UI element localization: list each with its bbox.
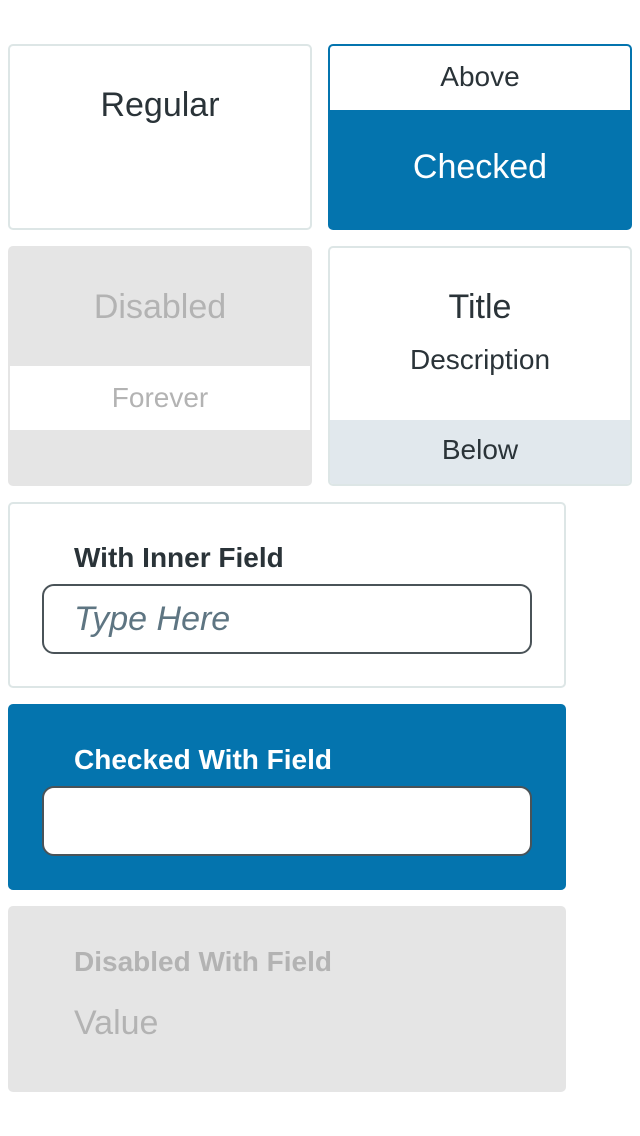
checked-card[interactable]: Above Checked xyxy=(328,44,632,230)
inner-field-heading: With Inner Field xyxy=(74,542,284,573)
checked-field-card[interactable]: Checked With Field xyxy=(8,704,566,890)
above-label: Above xyxy=(330,46,630,110)
checked-field-heading: Checked With Field xyxy=(74,744,333,775)
disabled-field-heading: Disabled With Field xyxy=(74,946,332,977)
disabled-field-card: Disabled With Field Value xyxy=(8,906,566,1092)
inner-field-input[interactable] xyxy=(42,584,532,654)
checked-label: Checked xyxy=(412,148,548,186)
checked-field-input[interactable] xyxy=(42,786,532,856)
regular-card[interactable]: Regular xyxy=(8,44,312,230)
regular-label: Regular xyxy=(100,86,220,124)
title-description-card[interactable]: Title Description Below xyxy=(328,246,632,486)
inner-field-card[interactable]: With Inner Field xyxy=(8,502,566,688)
card-description: Description xyxy=(409,344,551,375)
card-title: Title xyxy=(448,288,512,326)
disabled-card: Disabled Forever xyxy=(8,246,312,486)
below-label: Below xyxy=(330,420,630,484)
disabled-label: Disabled xyxy=(93,288,227,326)
disabled-field-value: Value xyxy=(74,1004,159,1042)
forever-label: Forever xyxy=(10,366,310,430)
